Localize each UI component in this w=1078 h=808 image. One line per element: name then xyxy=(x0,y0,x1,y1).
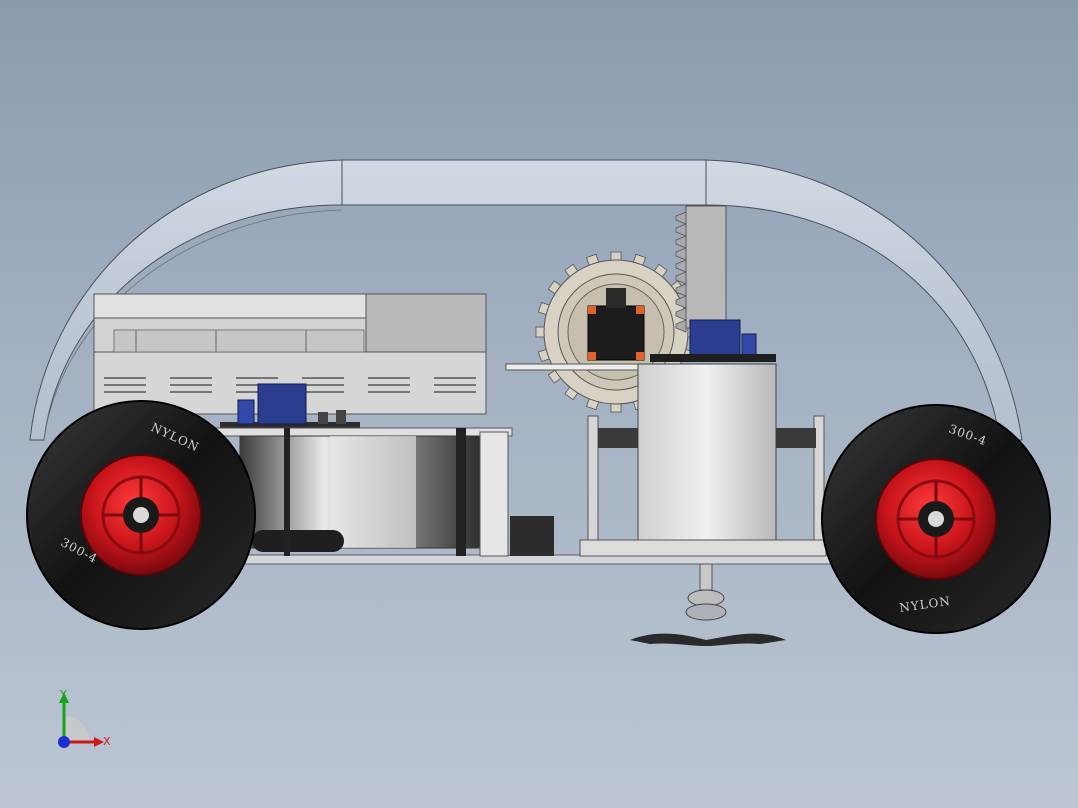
x-axis-label: X xyxy=(103,735,111,748)
coordinate-triad: Y X xyxy=(58,688,111,748)
drive-motor xyxy=(211,427,554,557)
cad-viewport[interactable]: NYLON 300-4 300-4 NYLON Y X xyxy=(0,0,1078,808)
left-wheel: NYLON 300-4 xyxy=(26,400,256,630)
gear-rack xyxy=(675,205,727,333)
y-axis-label: Y xyxy=(59,688,67,701)
z-axis-dot xyxy=(58,736,70,748)
right-wheel: 300-4 NYLON xyxy=(821,404,1051,634)
robot-model-side-view[interactable]: NYLON 300-4 300-4 NYLON Y X xyxy=(0,0,1078,808)
bottom-caster xyxy=(630,563,786,646)
